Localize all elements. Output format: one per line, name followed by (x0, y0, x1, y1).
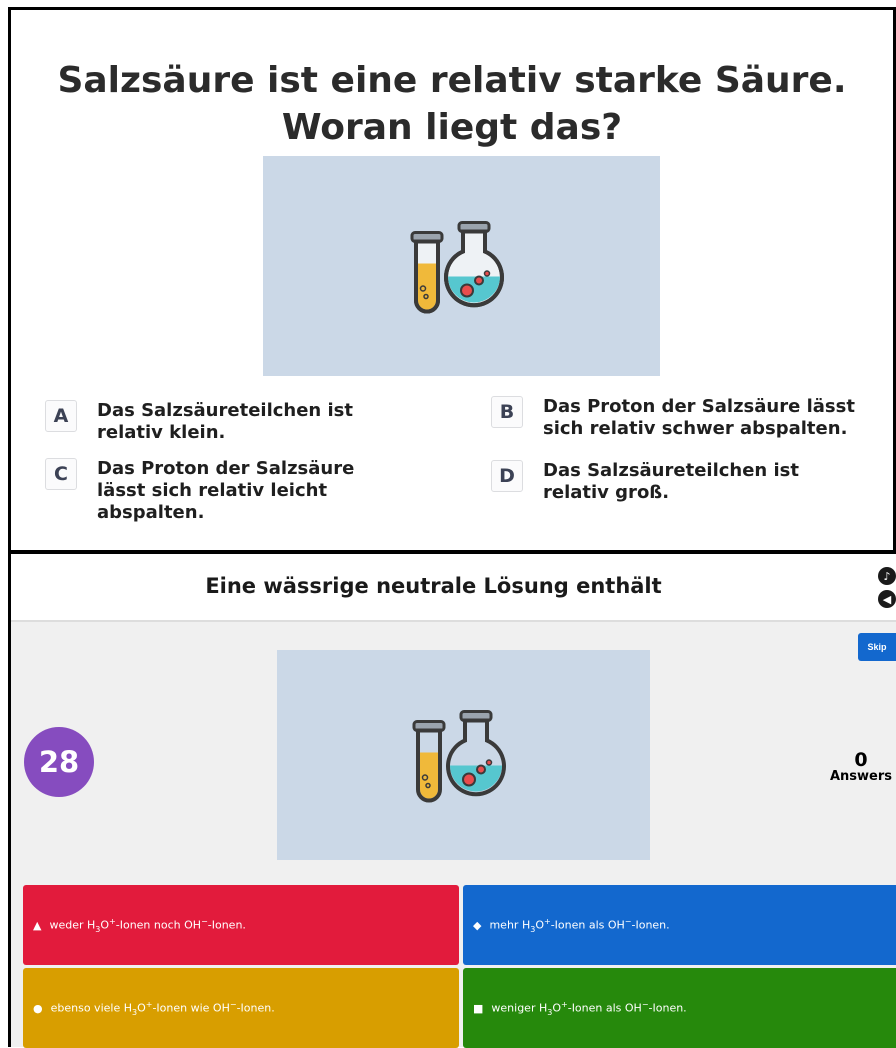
countdown-timer: 28 (24, 727, 94, 797)
option-letter: C (45, 458, 77, 490)
option-letter: D (491, 460, 523, 492)
answers-label: Answers (829, 769, 893, 784)
answer-text: ebenso viele H3O+-Ionen wie OH−-Ionen. (50, 999, 275, 1017)
question-title: Salzsäure ist eine relativ starke Säure.… (57, 60, 847, 148)
square-icon: ■ (473, 1001, 484, 1015)
answers-counter: 0 Answers (826, 749, 896, 784)
question-title: Eine wässrige neutrale Lösung enthält (205, 574, 662, 598)
option-text: Das Proton der Salzsäure lässt sich rela… (543, 396, 855, 439)
option-text: Das Salzsäureteilchen ist relativ groß. (543, 460, 799, 503)
answer-text: mehr H3O+-Ionen als OH−-Ionen. (489, 916, 670, 934)
answers-count: 0 (854, 749, 868, 771)
option-a[interactable]: A Das Salzsäureteilchen ist relativ klei… (45, 400, 375, 444)
volume-icon[interactable]: ◀ (878, 590, 896, 608)
answer-text: weder H3O+-Ionen noch OH−-Ionen. (49, 916, 246, 934)
option-text: Das Proton der Salzsäure lässt sich rela… (97, 458, 355, 523)
chemistry-flasks-icon (412, 710, 506, 803)
skip-button[interactable]: Skip (858, 633, 896, 661)
option-d[interactable]: D Das Salzsäureteilchen ist relativ groß… (491, 460, 821, 504)
answer-tile-blue[interactable]: ◆ mehr H3O+-Ionen als OH−-Ionen. (463, 885, 896, 965)
option-letter: B (491, 396, 523, 428)
answer-tile-green[interactable]: ■ weniger H3O+-Ionen als OH−-Ionen. (463, 968, 896, 1048)
option-c[interactable]: C Das Proton der Salzsäure lässt sich re… (45, 458, 405, 524)
option-text: Das Salzsäureteilchen ist relativ klein. (97, 400, 353, 443)
diamond-icon: ◆ (473, 918, 482, 932)
option-letter: A (45, 400, 77, 432)
chemistry-flasks-icon (410, 221, 504, 314)
live-quiz-panel: Eine wässrige neutrale Lösung enthält ♪ … (8, 551, 896, 1048)
answer-tile-yellow[interactable]: ● ebenso viele H3O+-Ionen wie OH−-Ionen. (23, 968, 459, 1048)
triangle-icon: ▲ (33, 918, 42, 932)
quiz-question-panel: Salzsäure ist eine relativ starke Säure.… (8, 7, 896, 553)
option-b[interactable]: B Das Proton der Salzsäure lässt sich re… (491, 396, 871, 440)
circle-icon: ● (33, 1001, 43, 1015)
answer-tile-red[interactable]: ▲ weder H3O+-Ionen noch OH−-Ionen. (23, 885, 459, 965)
music-icon[interactable]: ♪ (878, 567, 896, 585)
question-image (263, 156, 660, 376)
question-image (277, 650, 650, 860)
answer-text: weniger H3O+-Ionen als OH−-Ionen. (491, 999, 687, 1017)
question-bar: Eine wässrige neutrale Lösung enthält ♪ … (11, 554, 896, 622)
